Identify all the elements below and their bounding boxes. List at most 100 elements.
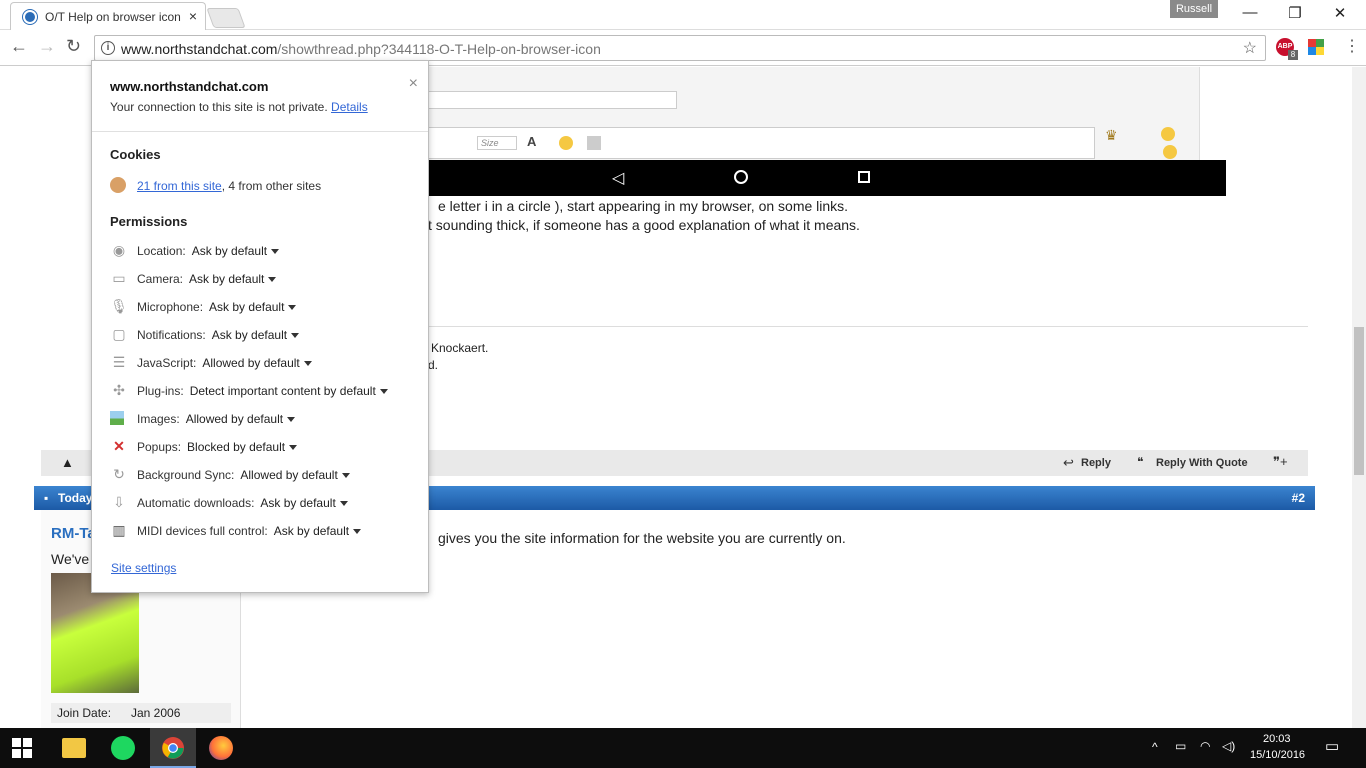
home-circle-icon[interactable] xyxy=(734,170,748,184)
reply-button[interactable]: Reply xyxy=(1081,457,1111,469)
permission-dropdown[interactable]: Ask by default xyxy=(274,524,362,538)
permission-value: Ask by default xyxy=(260,496,336,510)
permission-dropdown[interactable]: Ask by default xyxy=(209,300,297,314)
bookmark-star-icon[interactable]: ☆ xyxy=(1243,38,1257,58)
chevron-down-icon xyxy=(291,333,300,339)
multi-quote-icon[interactable]: ❞+ xyxy=(1273,454,1288,470)
cookies-from-site-link[interactable]: 21 from this site xyxy=(137,179,222,193)
site-info-icon[interactable]: i xyxy=(101,41,115,55)
wifi-icon[interactable]: ◠ xyxy=(1200,739,1210,753)
minimize-button[interactable]: — xyxy=(1230,4,1270,21)
permission-dropdown[interactable]: Allowed by default xyxy=(202,356,312,370)
smiley-toolbar-icon[interactable] xyxy=(559,136,573,150)
popup-divider xyxy=(92,131,428,132)
profile-button[interactable]: Russell xyxy=(1170,0,1218,18)
cookies-other-sites: , 4 from other sites xyxy=(221,179,322,193)
permission-label: Popups: xyxy=(137,440,182,454)
javascript-icon: ☰ xyxy=(112,354,126,370)
post-date: Today xyxy=(58,491,93,505)
signature-line: Knockaert. xyxy=(431,341,489,355)
font-size-select[interactable]: Size xyxy=(477,136,517,150)
smiley-icon[interactable] xyxy=(1161,127,1175,141)
title-input[interactable] xyxy=(428,91,677,109)
back-triangle-icon[interactable]: ◁ xyxy=(612,168,624,188)
connection-text: Your connection to this site is not priv… xyxy=(110,100,328,114)
file-explorer-icon[interactable] xyxy=(62,738,86,758)
reply-with-quote-button[interactable]: Reply With Quote xyxy=(1156,457,1248,469)
chevron-down-icon xyxy=(268,277,277,283)
extension-icon[interactable] xyxy=(1307,38,1325,56)
permission-label: Camera: xyxy=(137,272,184,286)
tray-expand-icon[interactable]: ^ xyxy=(1152,740,1158,754)
close-window-button[interactable]: ✕ xyxy=(1320,4,1360,22)
connection-status: Your connection to this site is not priv… xyxy=(110,100,368,114)
clock-date[interactable]: 15/10/2016 xyxy=(1250,749,1305,761)
chevron-down-icon xyxy=(303,361,312,367)
attach-icon[interactable] xyxy=(587,136,601,150)
editor-toolbar: Size A xyxy=(428,127,1095,159)
volume-icon[interactable]: ◁) xyxy=(1222,739,1235,753)
android-nav-bar: ◁ xyxy=(428,160,1226,196)
clock-time[interactable]: 20:03 xyxy=(1263,733,1291,745)
scrollbar-thumb[interactable] xyxy=(1354,327,1364,475)
permission-value: Ask by default xyxy=(189,272,265,286)
permission-dropdown[interactable]: Allowed by default xyxy=(186,412,296,426)
permission-dropdown[interactable]: Ask by default xyxy=(260,496,348,510)
smiley-icon[interactable] xyxy=(1163,145,1177,159)
permission-dropdown[interactable]: Allowed by default xyxy=(240,468,350,482)
text-color-icon[interactable]: A xyxy=(527,134,536,149)
post-username[interactable]: RM-Ta xyxy=(51,525,96,542)
address-bar[interactable]: i www.northstandchat.com/showthread.php?… xyxy=(94,35,1266,61)
battery-icon[interactable]: ▭ xyxy=(1175,739,1186,753)
signature-divider xyxy=(428,326,1308,327)
permissions-heading: Permissions xyxy=(110,214,188,229)
permission-dropdown[interactable]: Ask by default xyxy=(191,244,280,258)
permission-popups: ✕ Popups: Blocked by default xyxy=(110,437,410,457)
chevron-down-icon xyxy=(353,529,362,535)
back-arrow-icon[interactable]: ← xyxy=(10,36,28,57)
restore-button[interactable]: ❐ xyxy=(1275,4,1315,22)
details-link[interactable]: Details xyxy=(331,100,368,114)
permission-dropdown[interactable]: Detect important content by default xyxy=(190,384,388,398)
cookie-icon xyxy=(110,177,126,193)
firefox-icon[interactable] xyxy=(209,736,233,760)
post-text-line: e letter i in a circle ), start appearin… xyxy=(438,198,849,214)
page-scrollbar[interactable] xyxy=(1352,67,1366,728)
permission-value: Detect important content by default xyxy=(189,384,376,398)
spotify-icon[interactable] xyxy=(111,736,135,760)
url-text[interactable]: www.northstandchat.com/showthread.php?34… xyxy=(121,41,601,57)
popup-close-icon[interactable]: × xyxy=(409,75,418,93)
user-title: We've xyxy=(51,551,90,567)
permission-dropdown[interactable]: Ask by default xyxy=(189,272,277,286)
action-center-icon[interactable]: ▭ xyxy=(1325,737,1339,755)
permission-label: Background Sync: xyxy=(137,468,235,482)
permission-plugins: ✣ Plug-ins: Detect important content by d… xyxy=(110,381,410,401)
chrome-taskbar-button[interactable] xyxy=(150,728,196,768)
tab-close-icon[interactable]: × xyxy=(189,8,197,24)
font-size-label: Size xyxy=(481,138,499,148)
smiley-icon[interactable]: ♛ xyxy=(1105,127,1118,144)
recents-square-icon[interactable] xyxy=(858,171,870,183)
post-number-link[interactable]: #2 xyxy=(1292,491,1305,505)
permission-dropdown[interactable]: Ask by default xyxy=(212,328,300,342)
chrome-menu-icon[interactable]: ⋮ xyxy=(1344,36,1360,56)
permission-label: MIDI devices full control: xyxy=(137,524,268,538)
chevron-down-icon xyxy=(289,445,298,451)
permission-microphone: 🎙︎ Microphone: Ask by default xyxy=(110,297,410,317)
permission-dropdown[interactable]: Blocked by default xyxy=(187,440,298,454)
site-settings-link[interactable]: Site settings xyxy=(111,561,176,575)
new-tab-button[interactable] xyxy=(206,8,246,28)
permission-label: Images: xyxy=(137,412,180,426)
popup-site-host: www.northstandchat.com xyxy=(110,79,269,94)
report-warning-icon[interactable]: ▲ xyxy=(61,455,74,470)
cookies-heading: Cookies xyxy=(110,147,161,162)
reload-icon[interactable]: ↻ xyxy=(66,36,81,57)
permission-value: Ask by default xyxy=(191,244,268,258)
site-info-popup: www.northstandchat.com × Your connection… xyxy=(91,60,429,593)
cookies-row: 21 from this site, 4 from other sites xyxy=(110,176,410,196)
forward-arrow-icon[interactable]: → xyxy=(38,36,56,57)
tab-title: O/T Help on browser icon xyxy=(45,10,181,24)
permission-value: Blocked by default xyxy=(187,440,286,454)
tab-active[interactable]: O/T Help on browser icon × xyxy=(10,2,206,30)
windows-start-icon[interactable] xyxy=(12,738,34,760)
